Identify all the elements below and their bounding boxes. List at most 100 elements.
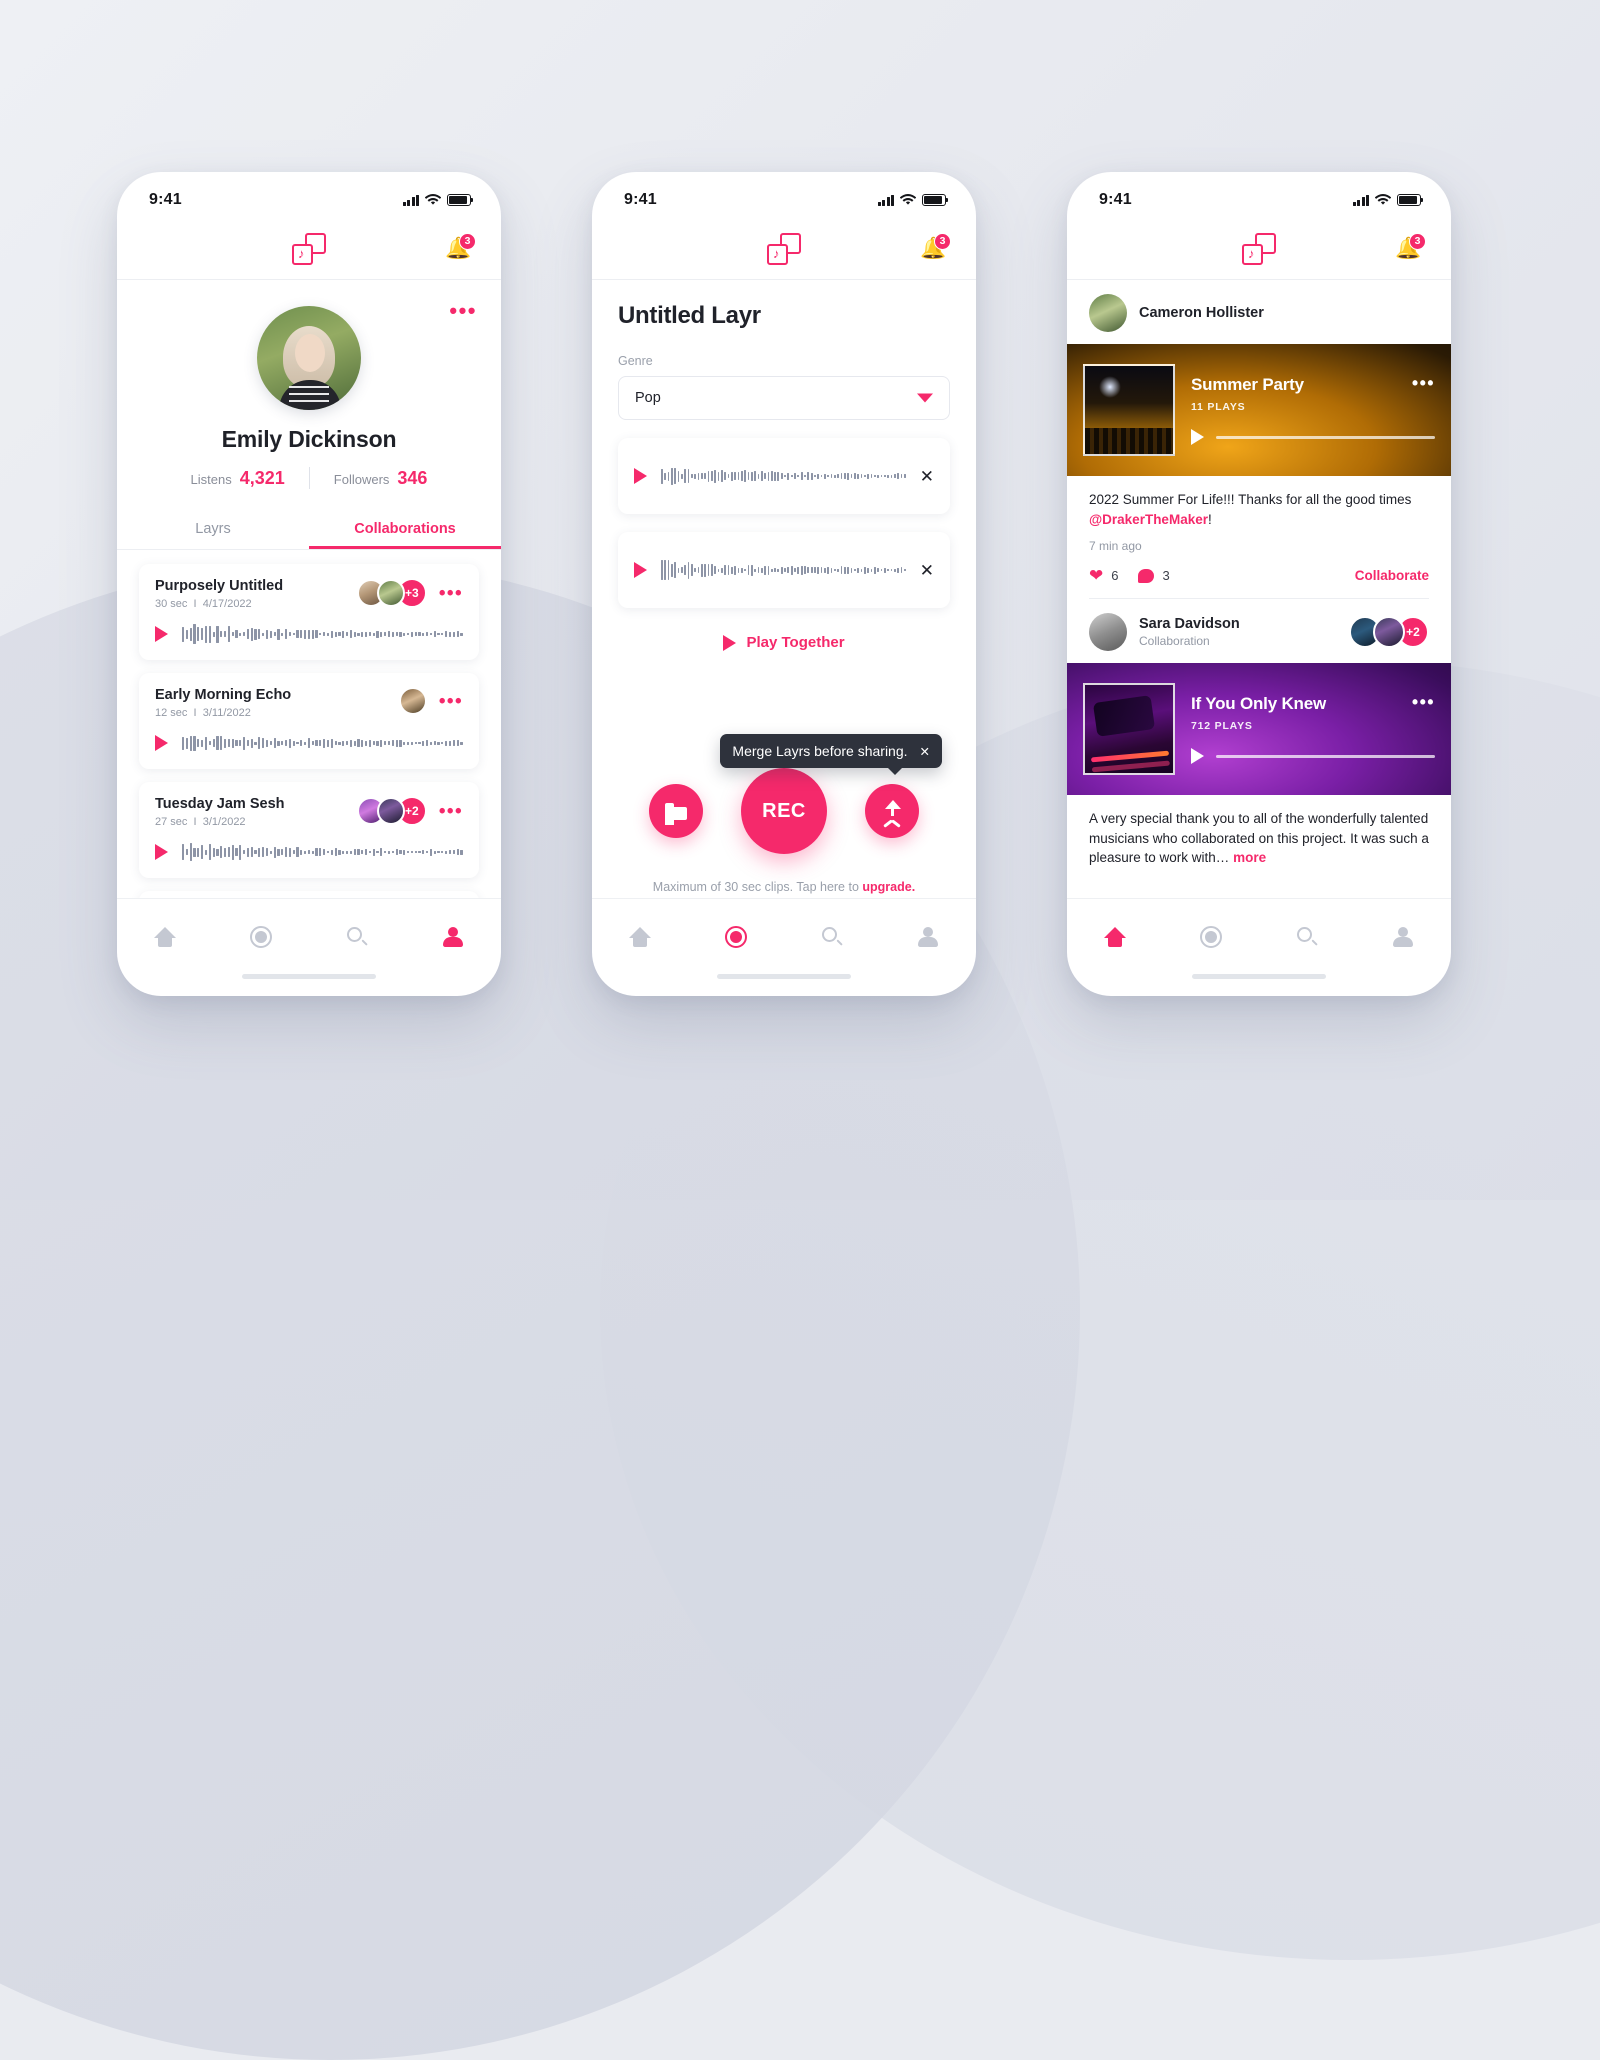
track-subtitle: 12 sec I 3/11/2022	[155, 707, 399, 719]
play-icon[interactable]	[155, 626, 168, 642]
nav-search[interactable]	[784, 926, 880, 947]
post-author: Cameron Hollister	[1139, 305, 1264, 321]
tooltip-text: Merge Layrs before sharing.	[732, 743, 908, 759]
waveform[interactable]	[182, 840, 463, 864]
collaborator-avatars[interactable]: +2	[356, 796, 427, 826]
upgrade-note-text: Maximum of 30 sec clips. Tap here to	[652, 880, 863, 894]
notifications-button[interactable]: 🔔 3	[445, 232, 476, 263]
clip-card[interactable]: ✕	[618, 532, 950, 608]
layers-music-note-icon: ♪	[1242, 232, 1276, 265]
wifi-icon	[900, 194, 916, 205]
close-icon[interactable]: ✕	[920, 468, 934, 485]
profile-menu-button[interactable]: •••	[449, 300, 477, 322]
mention-link[interactable]: @DrakerTheMaker	[1089, 512, 1208, 527]
clip-card[interactable]: ✕	[618, 438, 950, 514]
nav-record[interactable]	[688, 925, 784, 948]
nav-home[interactable]	[117, 926, 213, 947]
comment-button[interactable]: 3	[1138, 568, 1170, 584]
wifi-icon	[1375, 194, 1391, 205]
list-item[interactable]: Sara Davidson Collaboration +2	[1067, 599, 1451, 663]
nav-record[interactable]	[1163, 925, 1259, 948]
tab-layrs[interactable]: Layrs	[117, 511, 309, 549]
play-icon[interactable]	[634, 468, 647, 484]
play-icon[interactable]	[155, 735, 168, 751]
library-button[interactable]	[649, 784, 703, 838]
waveform[interactable]	[182, 622, 463, 646]
play-icon[interactable]	[1191, 748, 1204, 765]
avatar	[376, 579, 405, 607]
track-title: Early Morning Echo	[155, 687, 292, 703]
post-body: A very special thank you to all of the w…	[1067, 795, 1451, 868]
record-button[interactable]: REC	[741, 768, 827, 854]
post-author: Sara Davidson	[1139, 616, 1240, 633]
layers-music-note-icon: ♪	[767, 232, 801, 265]
play-icon[interactable]	[1191, 429, 1204, 445]
record-label: REC	[762, 799, 806, 822]
nav-profile[interactable]	[405, 926, 501, 947]
nav-home[interactable]	[592, 926, 688, 947]
comment-count: 3	[1162, 568, 1170, 584]
play-icon[interactable]	[634, 562, 647, 578]
table-row[interactable]: Early Morning Echo 12 sec I 3/11/2022 ••…	[139, 673, 479, 769]
waveform-row[interactable]	[155, 731, 463, 755]
notifications-button[interactable]: 🔔 3	[920, 232, 951, 263]
notification-badge: 3	[459, 232, 476, 250]
collaborate-button[interactable]: Collaborate	[1355, 568, 1429, 583]
track-date: 3/1/2022	[202, 816, 246, 828]
like-button[interactable]: ❤ 6	[1089, 567, 1118, 584]
track-menu-button[interactable]: •••	[439, 584, 463, 603]
play-icon[interactable]	[155, 844, 168, 860]
progress-bar[interactable]	[1216, 435, 1435, 439]
player-menu-button[interactable]: •••	[1412, 374, 1435, 392]
waveform[interactable]	[182, 731, 463, 755]
play-together-button[interactable]: Play Together	[618, 634, 950, 651]
track-menu-button[interactable]: •••	[439, 692, 463, 711]
waveform[interactable]	[661, 558, 906, 582]
player-menu-button[interactable]: •••	[1412, 693, 1435, 711]
post-subtitle: Collaboration	[1139, 634, 1210, 649]
more-link[interactable]: more	[1233, 850, 1266, 865]
profile-header: ••• Emily Dickinson Listens 4,321 Follow…	[117, 280, 501, 489]
close-icon[interactable]: ✕	[920, 744, 930, 759]
track-title: Purposely Untitled	[155, 578, 284, 594]
list-item[interactable]: Cameron Hollister	[1067, 280, 1451, 344]
waveform-row[interactable]	[155, 840, 463, 864]
post-text-before: 2022 Summer For Life!!! Thanks for all t…	[1089, 492, 1412, 507]
progress-bar[interactable]	[1216, 754, 1435, 758]
tab-collaborations[interactable]: Collaborations	[309, 511, 501, 549]
play-count: 11 PLAYS	[1191, 401, 1246, 413]
audio-player[interactable]: If You Only Knew 712 PLAYS •••	[1067, 663, 1451, 796]
nav-search[interactable]	[309, 926, 405, 947]
playback-bar[interactable]	[1191, 748, 1435, 765]
table-row[interactable]: Purposely Untitled 30 sec I 4/17/2022 +3	[139, 564, 479, 660]
close-icon[interactable]: ✕	[920, 562, 934, 579]
waveform-row[interactable]	[155, 622, 463, 646]
nav-profile[interactable]	[880, 926, 976, 947]
waveform[interactable]	[661, 464, 906, 488]
feed-screen-body: Cameron Hollister Summer Party 11 PLAYS …	[1067, 280, 1451, 898]
notifications-button[interactable]: 🔔 3	[1395, 232, 1426, 263]
track-subtitle: 30 sec I 4/17/2022	[155, 598, 357, 610]
nav-search[interactable]	[1259, 926, 1355, 947]
collaborator-avatars[interactable]: +2	[1349, 616, 1429, 649]
collaborator-avatars[interactable]: +3	[356, 578, 427, 608]
playback-bar[interactable]	[1191, 429, 1435, 445]
nav-record[interactable]	[213, 925, 309, 948]
track-menu-button[interactable]: •••	[439, 802, 463, 821]
table-row-partial[interactable]	[139, 891, 479, 898]
audio-player[interactable]: Summer Party 11 PLAYS •••	[1067, 344, 1451, 476]
nav-profile[interactable]	[1355, 926, 1451, 947]
merge-button[interactable]	[865, 784, 919, 838]
track-duration: 27 sec	[155, 816, 188, 828]
profile-screen-body: ••• Emily Dickinson Listens 4,321 Follow…	[117, 280, 501, 898]
status-time: 9:41	[624, 191, 657, 208]
nav-home[interactable]	[1067, 926, 1163, 947]
upgrade-link[interactable]: upgrade.	[862, 880, 915, 894]
table-row[interactable]: Tuesday Jam Sesh 27 sec I 3/1/2022 +2 ••…	[139, 782, 479, 878]
genre-select[interactable]: Pop	[618, 376, 950, 420]
bottom-navigation	[592, 898, 976, 974]
status-icons	[877, 194, 949, 206]
collaborator-avatars[interactable]	[398, 687, 427, 715]
post-text: A very special thank you to all of the w…	[1089, 809, 1429, 868]
avatar	[1089, 613, 1127, 652]
